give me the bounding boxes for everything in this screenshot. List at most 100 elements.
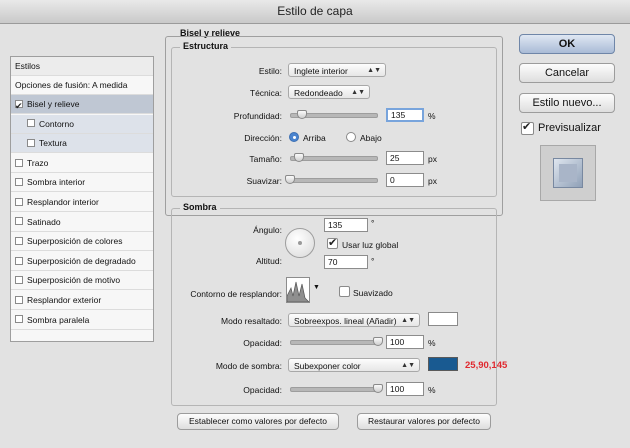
window-title: Estilo de capa <box>0 0 630 24</box>
style-select[interactable]: Inglete interior ▲▼ <box>288 63 386 77</box>
sidebar-item[interactable]: Resplandor exterior <box>11 291 153 310</box>
sidebar-item[interactable]: Sombra interior <box>11 173 153 193</box>
styles-header[interactable]: Estilos <box>11 57 153 76</box>
shadow-opacity-label: Opacidad: <box>243 385 282 395</box>
shadow-mode-value: Subexponer color <box>294 361 361 371</box>
direction-label: Dirección: <box>244 133 282 143</box>
size-label: Tamaño: <box>249 154 282 164</box>
global-light-checkbox[interactable] <box>327 236 338 249</box>
soften-slider[interactable] <box>285 175 378 185</box>
styles-list: Estilos Opciones de fusión: A medida Bis… <box>10 56 154 342</box>
gloss-contour-preview[interactable] <box>286 277 310 303</box>
sidebar-item-label: Superposición de degradado <box>27 255 136 266</box>
angle-dial[interactable] <box>285 228 315 258</box>
altitude-label: Altitud: <box>256 256 282 266</box>
global-light-label: Usar luz global <box>342 240 399 250</box>
direction-up-radio[interactable] <box>289 132 299 142</box>
sidebar-item-checkbox[interactable] <box>15 276 23 285</box>
updown-arrows-icon: ▲▼ <box>401 362 415 369</box>
sidebar-item[interactable]: Trazo <box>11 154 153 173</box>
depth-label: Profundidad: <box>233 111 282 121</box>
sidebar-item[interactable]: Satinado <box>11 213 153 232</box>
technique-select-value: Redondeado <box>294 88 343 98</box>
updown-arrows-icon: ▲▼ <box>401 317 415 324</box>
style-select-value: Inglete interior <box>294 66 348 76</box>
direction-down-radio[interactable] <box>346 132 356 142</box>
new-style-button[interactable]: Estilo nuevo... <box>519 93 615 113</box>
angle-unit: ° <box>371 218 375 228</box>
direction-down-label: Abajo <box>360 133 382 143</box>
sidebar-item-label: Satinado <box>27 216 61 227</box>
sidebar-item-checkbox[interactable] <box>15 178 23 187</box>
sidebar-item[interactable]: Bisel y relieve <box>11 95 153 114</box>
sidebar-item-checkbox[interactable] <box>15 197 23 206</box>
sidebar-item-checkbox[interactable] <box>15 256 23 265</box>
antialiased-label: Suavizado <box>353 288 393 298</box>
sidebar-item-checkbox[interactable] <box>27 119 35 128</box>
depth-slider-thumb[interactable] <box>296 110 307 119</box>
technique-select[interactable]: Redondeado ▲▼ <box>288 85 370 99</box>
slider-track <box>290 178 378 183</box>
highlight-opacity-slider[interactable] <box>290 337 383 347</box>
highlight-opacity-input[interactable]: 100 <box>386 335 424 349</box>
size-slider-thumb[interactable] <box>293 153 304 162</box>
sidebar-item-label: Textura <box>39 138 67 149</box>
sidebar-item-label: Superposición de colores <box>27 236 123 247</box>
updown-arrows-icon: ▲▼ <box>351 89 365 96</box>
sidebar-item[interactable]: Superposición de colores <box>11 232 153 252</box>
altitude-input[interactable]: 70 <box>324 255 368 269</box>
altitude-unit: ° <box>371 256 375 266</box>
angle-input[interactable]: 135 <box>324 218 368 232</box>
depth-slider[interactable] <box>290 110 378 120</box>
angle-dial-crosshair-icon <box>298 241 302 245</box>
soften-label: Suavizar: <box>246 176 282 186</box>
sidebar-item-checkbox[interactable] <box>27 138 35 147</box>
sidebar-item-checkbox[interactable] <box>15 97 23 113</box>
contour-dropdown-arrow-icon[interactable]: ▼ <box>313 284 320 291</box>
sidebar-item[interactable]: Superposición de motivo <box>11 271 153 291</box>
direction-up-label: Arriba <box>303 133 326 143</box>
sidebar-item-checkbox[interactable] <box>15 158 23 167</box>
shadow-mode-label: Modo de sombra: <box>215 361 282 371</box>
sidebar-item-label: Resplandor interior <box>27 197 99 207</box>
sidebar-item-checkbox[interactable] <box>15 315 23 324</box>
sidebar-item[interactable]: Superposición de degradado <box>11 252 153 271</box>
angle-label: Ángulo: <box>253 225 282 235</box>
sidebar-item-checkbox[interactable] <box>15 217 23 226</box>
sidebar-item-label: Contorno <box>39 118 74 129</box>
depth-input[interactable]: 135 <box>386 108 424 122</box>
sidebar-item-label: Superposición de motivo <box>27 275 121 286</box>
shadow-color-swatch[interactable] <box>428 357 458 371</box>
sidebar-item[interactable]: Textura <box>11 134 153 154</box>
sidebar-item-checkbox[interactable] <box>15 236 23 245</box>
size-input[interactable]: 25 <box>386 151 424 165</box>
soften-unit: px <box>428 176 437 186</box>
shadow-opacity-unit: % <box>428 385 436 395</box>
shadow-opacity-slider[interactable] <box>290 384 383 394</box>
shadow-rgb-annotation: 25,90,145 <box>465 360 508 371</box>
preview-checkbox[interactable] <box>521 120 534 135</box>
highlight-color-swatch[interactable] <box>428 312 458 326</box>
size-slider[interactable] <box>290 153 378 163</box>
structure-title: Estructura <box>180 41 232 51</box>
style-label: Estilo: <box>258 66 282 76</box>
cancel-button[interactable]: Cancelar <box>519 63 615 83</box>
reset-default-button[interactable]: Restaurar valores por defecto <box>357 413 491 430</box>
shadow-mode-select[interactable]: Subexponer color ▲▼ <box>288 358 420 372</box>
sidebar-item[interactable]: Resplandor interior <box>11 193 153 212</box>
dialog-body: Estilos Opciones de fusión: A medida Bis… <box>0 24 630 448</box>
make-default-button[interactable]: Establecer como valores por defecto <box>177 413 339 430</box>
blending-options-item[interactable]: Opciones de fusión: A medida <box>11 76 153 95</box>
technique-label: Técnica: <box>249 88 282 98</box>
soften-input[interactable]: 0 <box>386 173 424 187</box>
sidebar-item-checkbox[interactable] <box>15 295 23 304</box>
sidebar-item[interactable]: Contorno <box>11 114 153 134</box>
shadow-opacity-input[interactable]: 100 <box>386 382 424 396</box>
contour-curve-icon <box>286 281 310 303</box>
highlight-mode-select[interactable]: Sobreexpos. lineal (Añadir) ▲▼ <box>288 313 420 327</box>
ok-button[interactable]: OK <box>519 34 615 54</box>
sidebar-item-label: Sombra paralela <box>27 314 90 325</box>
highlight-opacity-unit: % <box>428 338 436 348</box>
antialiased-checkbox[interactable] <box>339 286 350 297</box>
sidebar-item[interactable]: Sombra paralela <box>11 311 153 330</box>
